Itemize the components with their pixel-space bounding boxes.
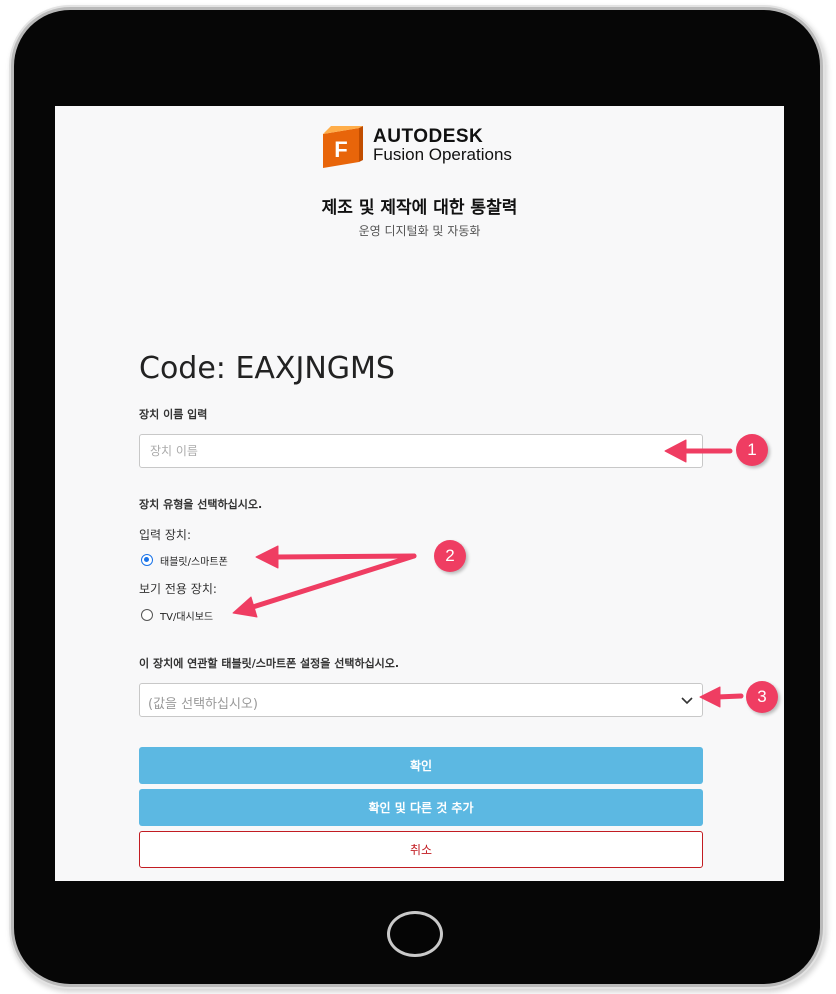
device-name-label: 장치 이름 입력 (139, 408, 208, 421)
input-device-heading: 입력 장치: (139, 528, 192, 542)
radio-tablet-option[interactable]: 태블릿/스마트폰 (141, 552, 228, 568)
annotation-badge-2: 2 (434, 540, 466, 572)
page-headline: 제조 및 제작에 대한 통찰력 (321, 198, 518, 218)
page-subheadline: 운영 디지털화 및 자동화 (358, 224, 481, 238)
cancel-button[interactable]: 취소 (139, 831, 703, 868)
home-button[interactable] (387, 911, 443, 957)
view-only-heading: 보기 전용 장치: (139, 582, 217, 596)
device-type-label: 장치 유형을 선택하십시오. (139, 498, 263, 511)
app-screen: F AUTODESK Fusion Operations 제조 및 제작에 대한… (55, 106, 784, 881)
radio-tablet[interactable] (141, 554, 153, 566)
svg-text:F: F (334, 137, 347, 162)
chevron-down-icon (681, 697, 693, 705)
annotation-badge-3: 3 (746, 681, 778, 713)
settings-select-value: (값을 선택하십시오) (148, 697, 258, 712)
radio-tv[interactable] (141, 609, 153, 621)
brand-product: Fusion Operations (373, 145, 512, 164)
radio-tablet-label: 태블릿/스마트폰 (160, 556, 228, 568)
settings-select-label: 이 장치에 연관할 태블릿/스마트폰 설정을 선택하십시오. (139, 657, 400, 670)
confirm-add-another-button[interactable]: 확인 및 다른 것 추가 (139, 789, 703, 826)
annotation-badge-1: 1 (736, 434, 768, 466)
fusion-logo-icon: F (323, 126, 363, 168)
radio-tv-option[interactable]: TV/대시보드 (141, 607, 213, 623)
settings-select[interactable]: (값을 선택하십시오) (139, 683, 703, 717)
device-code-title: Code: EAXJNGMS (139, 351, 395, 386)
confirm-button[interactable]: 확인 (139, 747, 703, 784)
radio-tv-label: TV/대시보드 (160, 611, 214, 623)
device-name-input[interactable] (139, 434, 703, 468)
